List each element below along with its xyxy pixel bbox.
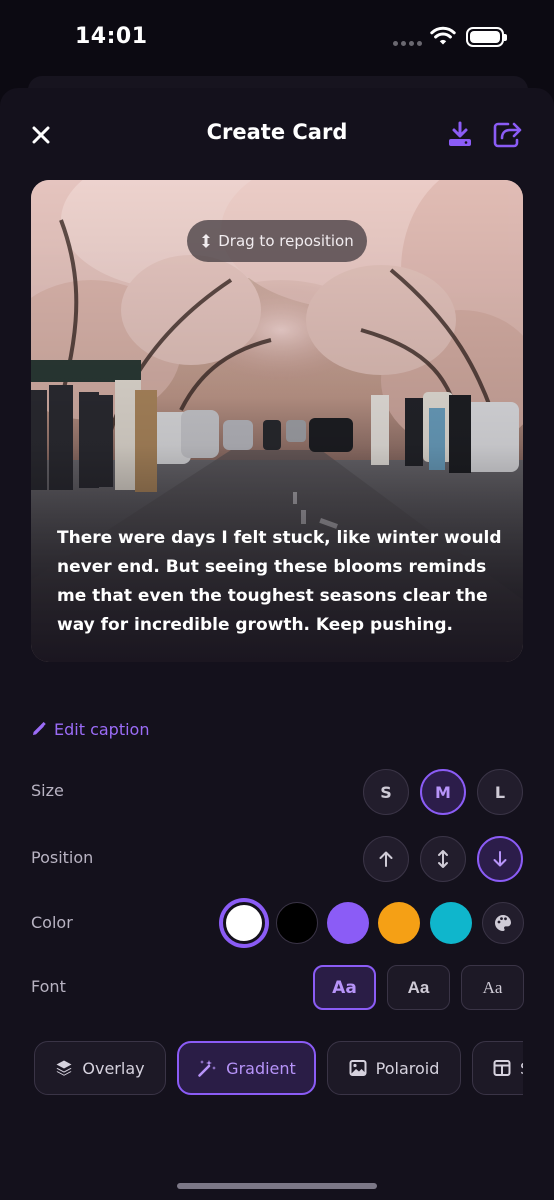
style-overlay-label: Overlay — [82, 1058, 145, 1078]
position-top-button[interactable] — [363, 836, 409, 882]
card-preview[interactable]: Drag to reposition There were days I fel… — [31, 180, 523, 662]
share-icon — [493, 122, 522, 148]
magic-wand-icon — [198, 1060, 217, 1077]
style-polaroid-button[interactable]: Polaroid — [327, 1041, 461, 1095]
font-option-1-label: Aa — [332, 977, 357, 998]
down-arrow-icon — [493, 851, 507, 867]
cellular-signal-icon — [393, 41, 422, 46]
color-label: Color — [31, 913, 73, 932]
font-option-3[interactable]: Aa — [461, 965, 524, 1010]
home-indicator[interactable] — [177, 1183, 377, 1189]
color-swatch-black[interactable] — [276, 902, 318, 944]
style-gradient-button[interactable]: Gradient — [177, 1041, 316, 1095]
image-icon — [349, 1060, 367, 1076]
pencil-icon — [33, 722, 46, 735]
color-swatch-orange[interactable] — [378, 902, 420, 944]
header: Create Card — [0, 110, 554, 160]
battery-icon — [466, 27, 507, 47]
style-gradient-label: Gradient — [226, 1058, 296, 1078]
drag-reposition-chip[interactable]: Drag to reposition — [187, 220, 367, 262]
download-button[interactable] — [444, 118, 476, 150]
share-button[interactable] — [490, 118, 524, 150]
size-s-label: S — [380, 782, 392, 802]
vertical-arrows-icon — [202, 234, 211, 248]
edit-caption-label: Edit caption — [54, 720, 150, 739]
position-middle-button[interactable] — [420, 836, 466, 882]
split-layout-icon — [493, 1060, 511, 1076]
color-swatch-white[interactable] — [223, 902, 265, 944]
edit-caption-button[interactable]: Edit caption — [31, 720, 149, 739]
palette-icon — [495, 915, 511, 931]
status-time: 14:01 — [75, 24, 148, 49]
position-label: Position — [31, 848, 94, 867]
style-overlay-button[interactable]: Overlay — [34, 1041, 166, 1095]
size-m-label: M — [435, 782, 451, 802]
size-s-button[interactable]: S — [363, 769, 409, 815]
position-bottom-button[interactable] — [477, 836, 523, 882]
color-swatch-teal[interactable] — [430, 902, 472, 944]
layers-icon — [56, 1060, 72, 1076]
color-swatch-purple[interactable] — [327, 902, 369, 944]
size-m-button[interactable]: M — [420, 769, 466, 815]
download-icon — [449, 121, 471, 146]
style-polaroid-label: Polaroid — [375, 1058, 440, 1078]
font-option-2[interactable]: Aa — [387, 965, 450, 1010]
vertical-arrows-icon — [438, 850, 448, 868]
style-selector[interactable]: Overlay Gradient Polaroid S — [31, 1041, 523, 1095]
font-option-2-label: Aa — [407, 977, 430, 997]
size-label: Size — [31, 781, 64, 800]
wifi-icon — [430, 26, 456, 45]
status-bar: 14:01 — [0, 0, 554, 76]
up-arrow-icon — [379, 851, 393, 867]
card-caption: There were days I felt stuck, like winte… — [57, 528, 502, 635]
style-split-button[interactable]: S — [472, 1041, 523, 1095]
style-split-label: S — [520, 1059, 523, 1078]
font-label: Font — [31, 977, 66, 996]
size-l-button[interactable]: L — [477, 769, 523, 815]
size-l-label: L — [494, 782, 506, 802]
custom-color-button[interactable] — [482, 902, 524, 944]
drag-hint-text: Drag to reposition — [218, 232, 354, 250]
font-option-3-label: Aa — [482, 977, 503, 997]
font-option-1[interactable]: Aa — [313, 965, 376, 1010]
